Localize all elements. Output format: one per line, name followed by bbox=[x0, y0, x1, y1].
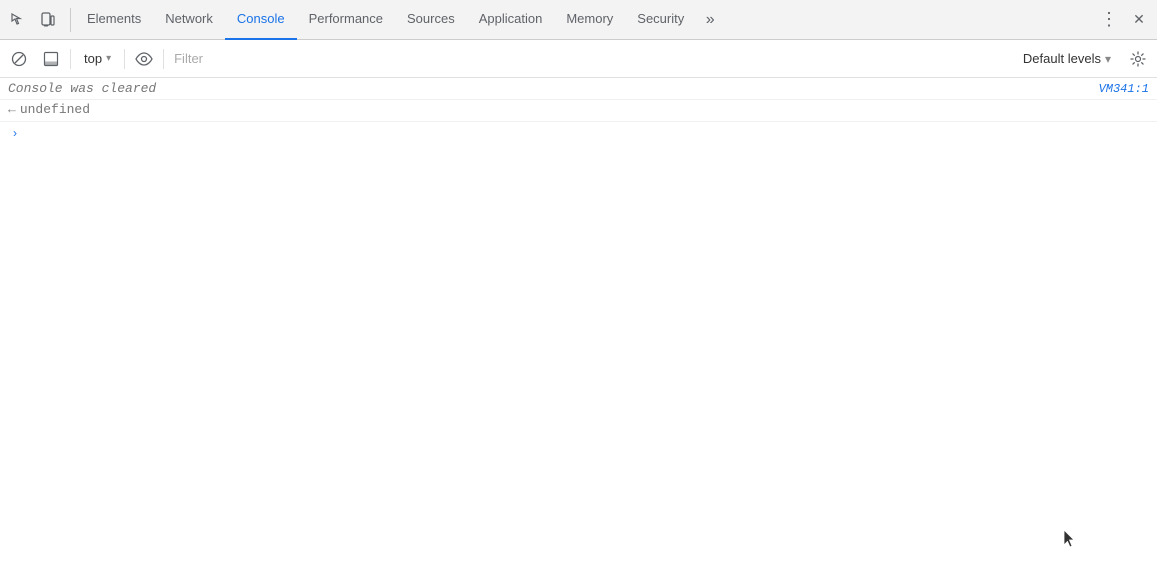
device-icon bbox=[40, 12, 56, 28]
expand-row: › bbox=[0, 122, 1157, 144]
tab-application[interactable]: Application bbox=[467, 0, 555, 40]
inspect-icon bbox=[10, 12, 26, 28]
vm-link[interactable]: VM341:1 bbox=[1099, 82, 1149, 96]
live-expressions-button[interactable] bbox=[131, 46, 157, 72]
devtools-tab-bar: Elements Network Console Performance Sou… bbox=[0, 0, 1157, 40]
eye-icon bbox=[135, 52, 153, 66]
undefined-row: ← undefined bbox=[0, 100, 1157, 122]
tab-memory[interactable]: Memory bbox=[554, 0, 625, 40]
default-levels-chevron-icon: ▾ bbox=[1105, 52, 1111, 66]
toolbar-divider-1 bbox=[70, 49, 71, 69]
toolbar-divider-2 bbox=[124, 49, 125, 69]
filter-input-wrap bbox=[170, 46, 1009, 72]
show-console-drawer-button[interactable] bbox=[38, 46, 64, 72]
drawer-icon bbox=[43, 51, 59, 67]
devtools-left-icons bbox=[4, 6, 62, 34]
context-selector[interactable]: top ▾ bbox=[77, 46, 118, 72]
tab-network[interactable]: Network bbox=[153, 0, 225, 40]
console-cleared-message: Console was cleared VM341:1 bbox=[0, 78, 1157, 100]
more-options-button[interactable]: ⋮ bbox=[1095, 6, 1123, 34]
close-devtools-button[interactable]: ✕ bbox=[1125, 6, 1153, 34]
clear-console-button[interactable] bbox=[6, 46, 32, 72]
console-content: Console was cleared VM341:1 ← undefined … bbox=[0, 78, 1157, 576]
more-tabs-button[interactable]: » bbox=[696, 6, 724, 34]
tab-sources[interactable]: Sources bbox=[395, 0, 467, 40]
tab-elements[interactable]: Elements bbox=[75, 0, 153, 40]
filter-input[interactable] bbox=[170, 46, 1009, 72]
devtools-right-actions: ⋮ ✕ bbox=[1095, 6, 1153, 34]
cursor-icon bbox=[1063, 529, 1077, 549]
console-toolbar: top ▾ Default levels ▾ bbox=[0, 40, 1157, 78]
cursor-indicator bbox=[1063, 529, 1077, 552]
expand-arrow-icon[interactable]: › bbox=[8, 126, 22, 140]
left-arrow-icon: ← bbox=[8, 102, 16, 117]
tab-security[interactable]: Security bbox=[625, 0, 696, 40]
default-levels-button[interactable]: Default levels ▾ bbox=[1015, 46, 1119, 72]
tab-divider-left bbox=[70, 8, 71, 32]
console-settings-button[interactable] bbox=[1125, 46, 1151, 72]
clear-console-icon bbox=[11, 51, 27, 67]
inspect-element-button[interactable] bbox=[4, 6, 32, 34]
toolbar-divider-3 bbox=[163, 49, 164, 69]
device-toggle-button[interactable] bbox=[34, 6, 62, 34]
tab-console[interactable]: Console bbox=[225, 0, 297, 40]
gear-icon bbox=[1130, 51, 1146, 67]
context-chevron-icon: ▾ bbox=[106, 53, 111, 64]
tab-performance[interactable]: Performance bbox=[297, 0, 395, 40]
undefined-value: undefined bbox=[20, 102, 90, 117]
